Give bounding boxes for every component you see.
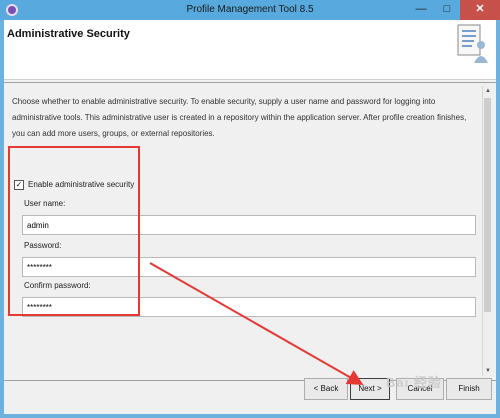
annotation-arrow bbox=[149, 262, 364, 385]
watermark-logo: Bai 经验 bbox=[386, 375, 442, 390]
